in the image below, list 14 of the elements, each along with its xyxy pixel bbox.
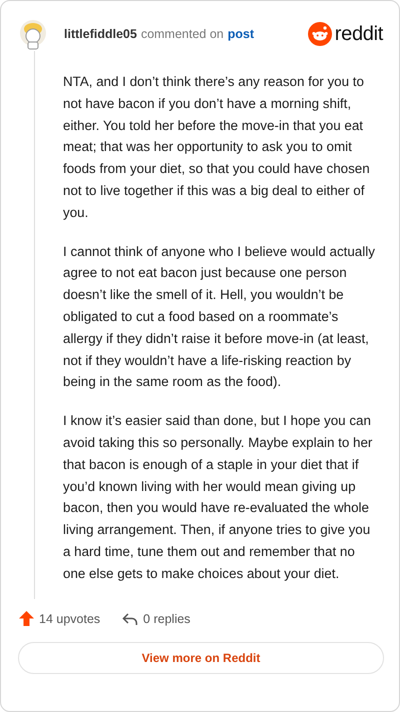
brand-name: reddit — [334, 22, 383, 46]
comment-paragraph: I know it’s easier said than done, but I hope you can avoid taking this so personally. Maybe explain to her that bacon is enough of a staple in your diet that if you’d known living with her would mean giving up bacon, then you would have re-evaluated the whole living arrangement. Then, if anyone tries to give you a hard time, tune them out and remember that no one else gets to make choices about your diet. — [63, 412, 374, 583]
post-link[interactable]: post — [228, 27, 254, 41]
comment-paragraph: NTA, and I don’t think there’s any reason for you to not have bacon if you don’t have a morning shift, either. You told her before the move-in that you eat meat; that was her opportunity to ask you to omit foods from your diet, so that you could have chosen not to live together if this was a big deal to either of you. — [63, 73, 371, 222]
reply-icon[interactable] — [122, 612, 138, 626]
upvote-icon[interactable] — [19, 611, 34, 626]
username[interactable]: littlefiddle05 — [64, 27, 137, 41]
action-text: commented on — [140, 27, 224, 41]
reddit-logo-icon — [308, 22, 332, 46]
comment-paragraph: I cannot think of anyone who I believe would actually agree to not eat bacon just because one person doesn’t like the smell of it. Hell, you wouldn’t be obligated to cut a food based on a roommate’s allergy if they didn’t raise it before move-in (at least, not if they wouldn’t have a life-risking reaction by being in the same room as the food). — [63, 242, 375, 392]
avatar-icon — [18, 18, 48, 50]
reply-count: 0 replies — [143, 612, 190, 626]
view-more-button[interactable]: View more on Reddit — [18, 642, 384, 674]
upvote-count: 14 upvotes — [39, 612, 100, 626]
